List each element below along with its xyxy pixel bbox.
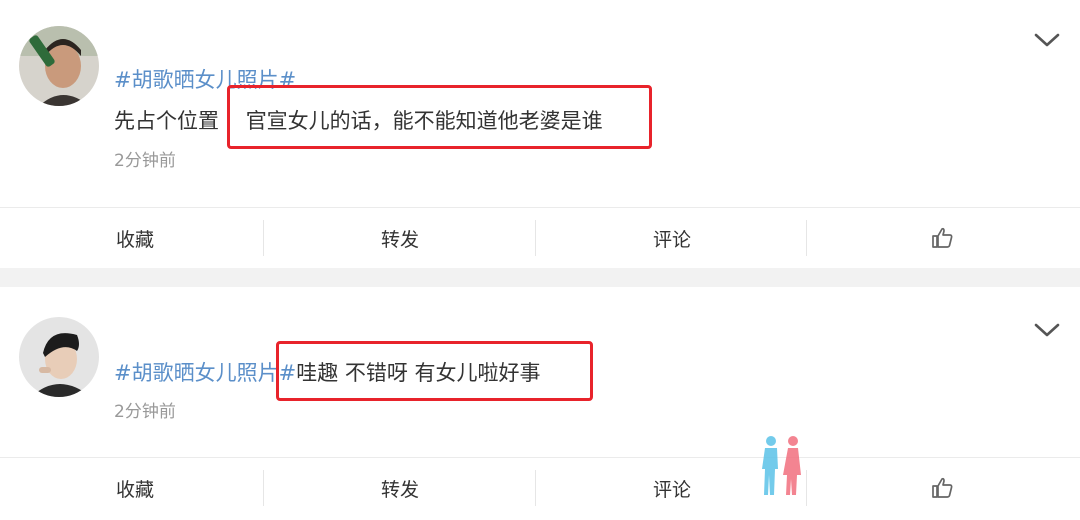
post-timestamp: 2分钟前 (114, 151, 176, 171)
favorite-button[interactable]: 收藏 (0, 458, 270, 518)
favorite-label: 收藏 (115, 228, 154, 251)
like-button[interactable] (808, 458, 1078, 518)
hashtag-link[interactable]: #胡歌晒女儿照片# (114, 361, 296, 385)
action-divider (535, 470, 536, 506)
chevron-down-icon[interactable] (1032, 30, 1062, 50)
action-bar: 收藏 转发 评论 (0, 207, 1080, 268)
thumbs-up-icon (932, 477, 953, 498)
highlight-box (227, 85, 652, 149)
action-divider (806, 220, 807, 256)
action-divider (263, 220, 264, 256)
action-bar: 收藏 转发 评论 (0, 457, 1080, 518)
comment-button[interactable]: 评论 (537, 208, 807, 268)
user-avatar-icon (19, 26, 99, 106)
highlight-box (276, 341, 593, 401)
chevron-down-icon[interactable] (1032, 320, 1062, 340)
repost-label: 转发 (380, 478, 419, 501)
post-timestamp: 2分钟前 (114, 402, 176, 422)
comment-label: 评论 (652, 478, 691, 501)
feed-divider (0, 268, 1080, 287)
repost-label: 转发 (380, 228, 419, 251)
user-avatar[interactable] (19, 317, 99, 397)
repost-button[interactable]: 转发 (265, 208, 535, 268)
post-card: #胡歌晒女儿照片#哇趣 不错呀 有女儿啦好事 2分钟前 收藏 转发 评论 (0, 287, 1080, 520)
post-card: #胡歌晒女儿照片# 先占个位置 官宣女儿的话，能不能知道他老婆是谁 2分钟前 收… (0, 0, 1080, 268)
repost-button[interactable]: 转发 (265, 458, 535, 518)
thumbs-up-icon (932, 227, 953, 248)
favorite-label: 收藏 (115, 478, 154, 501)
comment-label: 评论 (652, 228, 691, 251)
action-divider (263, 470, 264, 506)
couple-watermark-icon (762, 436, 801, 495)
user-avatar-icon (19, 317, 99, 397)
action-divider (535, 220, 536, 256)
post-text-prefix: 先占个位置 (114, 109, 219, 133)
like-button[interactable] (808, 208, 1078, 268)
user-avatar[interactable] (19, 26, 99, 106)
favorite-button[interactable]: 收藏 (0, 208, 270, 268)
